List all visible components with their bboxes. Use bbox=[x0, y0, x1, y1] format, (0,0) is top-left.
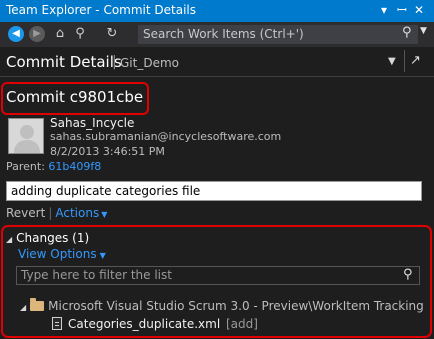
folder-path: Microsoft Visual Studio Scrum 3.0 - Prev… bbox=[48, 299, 424, 313]
tree-folder-item[interactable]: ◢ Microsoft Visual Studio Scrum 3.0 - Pre… bbox=[20, 298, 424, 313]
actions-separator: | bbox=[48, 206, 53, 220]
back-icon[interactable]: ◀ bbox=[8, 26, 24, 42]
pin-icon[interactable]: ꟷ bbox=[397, 2, 407, 18]
filter-input[interactable]: Type here to filter the list bbox=[16, 266, 420, 285]
page-title: Commit Details bbox=[6, 53, 122, 71]
toolbar: ◀ ▶ ⌂ ⚲ ↻ Search Work Items (Ctrl+') ⚲ ▼ bbox=[0, 22, 434, 47]
parent-label: Parent: bbox=[6, 160, 45, 173]
filter-search-icon[interactable]: ⚲ bbox=[403, 267, 413, 282]
page-header: Commit Details | Git_Demo ▼ ↗ bbox=[0, 47, 434, 77]
file-status: [add] bbox=[226, 317, 258, 331]
changes-title: Changes (1) bbox=[16, 231, 90, 245]
tree-file-item[interactable]: Categories_duplicate.xml [add] bbox=[52, 317, 258, 331]
search-work-items-input[interactable]: Search Work Items (Ctrl+') bbox=[138, 25, 418, 44]
actions-row: Revert | Actions ▼ bbox=[6, 206, 107, 220]
window-title: Team Explorer - Commit Details bbox=[6, 3, 197, 17]
home-icon[interactable]: ⌂ bbox=[52, 26, 68, 42]
connect-icon[interactable]: ⚲ bbox=[72, 26, 88, 42]
header-separator: | bbox=[112, 54, 117, 70]
view-options-dropdown-icon[interactable]: ▼ bbox=[100, 251, 106, 260]
folder-icon bbox=[30, 298, 45, 311]
avatar-head bbox=[20, 125, 34, 139]
view-options-label[interactable]: View Options bbox=[18, 247, 97, 261]
changes-section-header[interactable]: ◢ Changes (1) bbox=[6, 231, 89, 245]
title-bar: Team Explorer - Commit Details ▾ ꟷ ✕ bbox=[0, 0, 434, 22]
author-email: sahas.subramanian@incyclesoftware.com bbox=[50, 130, 282, 143]
collapse-triangle-icon[interactable]: ◢ bbox=[6, 235, 12, 244]
search-icon[interactable]: ⚲ bbox=[402, 25, 412, 40]
actions-dropdown-icon[interactable]: ▼ bbox=[101, 210, 107, 219]
forward-icon[interactable]: ▶ bbox=[29, 26, 45, 42]
commit-date: 8/2/2013 3:46:51 PM bbox=[50, 145, 165, 158]
view-options-menu[interactable]: View Options ▼ bbox=[18, 247, 106, 261]
actions-menu[interactable]: Actions bbox=[55, 206, 99, 220]
close-icon[interactable]: ✕ bbox=[414, 2, 424, 18]
commit-id: Commit c9801cbe bbox=[6, 88, 144, 106]
header-dropdown-icon[interactable]: ▼ bbox=[388, 56, 396, 67]
refresh-icon[interactable]: ↻ bbox=[104, 26, 120, 42]
navigate-icon[interactable]: ↗ bbox=[404, 50, 426, 72]
file-icon bbox=[52, 317, 62, 330]
avatar-body bbox=[14, 140, 40, 153]
commit-message-field[interactable]: adding duplicate categories file bbox=[6, 181, 422, 201]
search-dropdown-icon[interactable]: ▼ bbox=[420, 26, 427, 36]
author-name: Sahas_Incycle bbox=[50, 116, 135, 130]
parent-hash-link[interactable]: 61b409f8 bbox=[48, 160, 101, 173]
revert-link[interactable]: Revert bbox=[6, 206, 45, 220]
avatar bbox=[8, 118, 44, 154]
file-name: Categories_duplicate.xml bbox=[68, 317, 221, 331]
expand-triangle-icon[interactable]: ◢ bbox=[20, 303, 26, 312]
repository-name: Git_Demo bbox=[120, 56, 179, 70]
dropdown-icon[interactable]: ▾ bbox=[381, 2, 387, 18]
parent-row: Parent: 61b409f8 bbox=[6, 160, 101, 173]
